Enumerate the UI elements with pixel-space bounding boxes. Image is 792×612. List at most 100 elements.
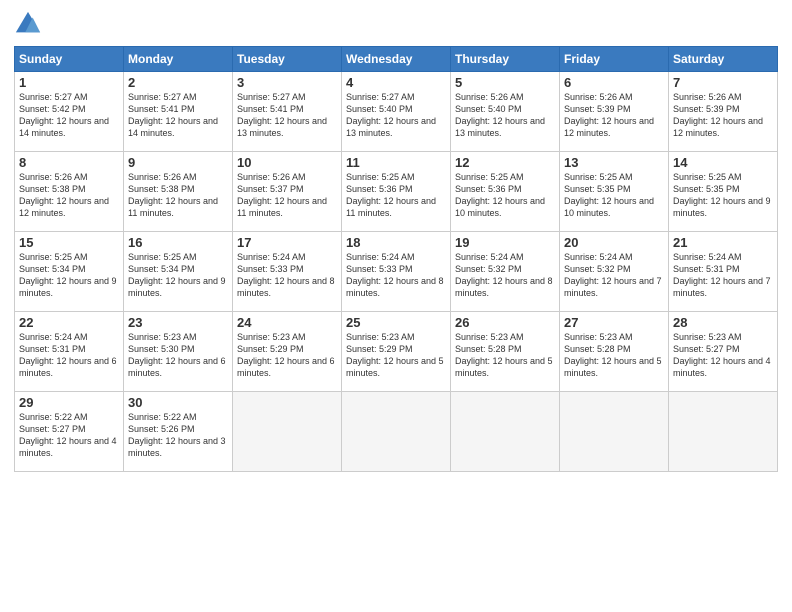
day-number: 12 (455, 155, 555, 170)
day-info: Sunrise: 5:23 AMSunset: 5:30 PMDaylight:… (128, 331, 228, 380)
logo-icon (14, 10, 42, 38)
day-number: 18 (346, 235, 446, 250)
calendar-cell: 1 Sunrise: 5:27 AMSunset: 5:42 PMDayligh… (15, 72, 124, 152)
calendar-cell (560, 392, 669, 472)
calendar-cell: 19 Sunrise: 5:24 AMSunset: 5:32 PMDaylig… (451, 232, 560, 312)
day-number: 9 (128, 155, 228, 170)
day-info: Sunrise: 5:26 AMSunset: 5:38 PMDaylight:… (128, 171, 228, 220)
calendar-cell: 26 Sunrise: 5:23 AMSunset: 5:28 PMDaylig… (451, 312, 560, 392)
day-number: 8 (19, 155, 119, 170)
day-number: 10 (237, 155, 337, 170)
day-info: Sunrise: 5:25 AMSunset: 5:34 PMDaylight:… (128, 251, 228, 300)
calendar-cell: 27 Sunrise: 5:23 AMSunset: 5:28 PMDaylig… (560, 312, 669, 392)
week-row-4: 29 Sunrise: 5:22 AMSunset: 5:27 PMDaylig… (15, 392, 778, 472)
calendar-cell: 9 Sunrise: 5:26 AMSunset: 5:38 PMDayligh… (124, 152, 233, 232)
day-number: 1 (19, 75, 119, 90)
day-info: Sunrise: 5:25 AMSunset: 5:35 PMDaylight:… (564, 171, 664, 220)
day-info: Sunrise: 5:26 AMSunset: 5:40 PMDaylight:… (455, 91, 555, 140)
header-sunday: Sunday (15, 47, 124, 72)
day-info: Sunrise: 5:24 AMSunset: 5:32 PMDaylight:… (564, 251, 664, 300)
day-number: 15 (19, 235, 119, 250)
day-number: 13 (564, 155, 664, 170)
calendar-cell: 15 Sunrise: 5:25 AMSunset: 5:34 PMDaylig… (15, 232, 124, 312)
calendar-cell: 7 Sunrise: 5:26 AMSunset: 5:39 PMDayligh… (669, 72, 778, 152)
calendar-cell: 21 Sunrise: 5:24 AMSunset: 5:31 PMDaylig… (669, 232, 778, 312)
day-info: Sunrise: 5:26 AMSunset: 5:37 PMDaylight:… (237, 171, 337, 220)
logo (14, 10, 46, 38)
calendar-cell: 11 Sunrise: 5:25 AMSunset: 5:36 PMDaylig… (342, 152, 451, 232)
calendar-cell: 13 Sunrise: 5:25 AMSunset: 5:35 PMDaylig… (560, 152, 669, 232)
day-info: Sunrise: 5:27 AMSunset: 5:41 PMDaylight:… (237, 91, 337, 140)
day-info: Sunrise: 5:25 AMSunset: 5:34 PMDaylight:… (19, 251, 119, 300)
day-number: 20 (564, 235, 664, 250)
week-row-0: 1 Sunrise: 5:27 AMSunset: 5:42 PMDayligh… (15, 72, 778, 152)
header-saturday: Saturday (669, 47, 778, 72)
week-row-3: 22 Sunrise: 5:24 AMSunset: 5:31 PMDaylig… (15, 312, 778, 392)
calendar-cell: 30 Sunrise: 5:22 AMSunset: 5:26 PMDaylig… (124, 392, 233, 472)
calendar-cell: 29 Sunrise: 5:22 AMSunset: 5:27 PMDaylig… (15, 392, 124, 472)
calendar-table: SundayMondayTuesdayWednesdayThursdayFrid… (14, 46, 778, 472)
day-number: 14 (673, 155, 773, 170)
day-info: Sunrise: 5:27 AMSunset: 5:40 PMDaylight:… (346, 91, 446, 140)
day-number: 4 (346, 75, 446, 90)
day-info: Sunrise: 5:22 AMSunset: 5:27 PMDaylight:… (19, 411, 119, 460)
day-number: 16 (128, 235, 228, 250)
day-info: Sunrise: 5:24 AMSunset: 5:33 PMDaylight:… (346, 251, 446, 300)
day-info: Sunrise: 5:27 AMSunset: 5:42 PMDaylight:… (19, 91, 119, 140)
day-number: 26 (455, 315, 555, 330)
calendar-cell: 18 Sunrise: 5:24 AMSunset: 5:33 PMDaylig… (342, 232, 451, 312)
calendar-cell: 22 Sunrise: 5:24 AMSunset: 5:31 PMDaylig… (15, 312, 124, 392)
header-tuesday: Tuesday (233, 47, 342, 72)
calendar-cell: 25 Sunrise: 5:23 AMSunset: 5:29 PMDaylig… (342, 312, 451, 392)
header-wednesday: Wednesday (342, 47, 451, 72)
day-number: 7 (673, 75, 773, 90)
day-info: Sunrise: 5:23 AMSunset: 5:27 PMDaylight:… (673, 331, 773, 380)
day-number: 22 (19, 315, 119, 330)
day-info: Sunrise: 5:24 AMSunset: 5:32 PMDaylight:… (455, 251, 555, 300)
calendar-cell: 2 Sunrise: 5:27 AMSunset: 5:41 PMDayligh… (124, 72, 233, 152)
day-number: 23 (128, 315, 228, 330)
calendar-cell (669, 392, 778, 472)
day-number: 5 (455, 75, 555, 90)
day-number: 21 (673, 235, 773, 250)
day-number: 19 (455, 235, 555, 250)
page-header (14, 10, 778, 38)
calendar-cell: 24 Sunrise: 5:23 AMSunset: 5:29 PMDaylig… (233, 312, 342, 392)
day-number: 17 (237, 235, 337, 250)
day-number: 27 (564, 315, 664, 330)
day-info: Sunrise: 5:24 AMSunset: 5:31 PMDaylight:… (673, 251, 773, 300)
calendar-cell: 23 Sunrise: 5:23 AMSunset: 5:30 PMDaylig… (124, 312, 233, 392)
calendar-header-row: SundayMondayTuesdayWednesdayThursdayFrid… (15, 47, 778, 72)
calendar-cell: 10 Sunrise: 5:26 AMSunset: 5:37 PMDaylig… (233, 152, 342, 232)
day-info: Sunrise: 5:25 AMSunset: 5:36 PMDaylight:… (455, 171, 555, 220)
day-info: Sunrise: 5:23 AMSunset: 5:29 PMDaylight:… (346, 331, 446, 380)
header-friday: Friday (560, 47, 669, 72)
calendar-cell (233, 392, 342, 472)
day-number: 24 (237, 315, 337, 330)
day-info: Sunrise: 5:25 AMSunset: 5:36 PMDaylight:… (346, 171, 446, 220)
calendar-cell: 12 Sunrise: 5:25 AMSunset: 5:36 PMDaylig… (451, 152, 560, 232)
day-info: Sunrise: 5:24 AMSunset: 5:31 PMDaylight:… (19, 331, 119, 380)
calendar-cell: 5 Sunrise: 5:26 AMSunset: 5:40 PMDayligh… (451, 72, 560, 152)
calendar-cell: 3 Sunrise: 5:27 AMSunset: 5:41 PMDayligh… (233, 72, 342, 152)
day-info: Sunrise: 5:25 AMSunset: 5:35 PMDaylight:… (673, 171, 773, 220)
day-number: 11 (346, 155, 446, 170)
calendar-cell (342, 392, 451, 472)
calendar-cell: 4 Sunrise: 5:27 AMSunset: 5:40 PMDayligh… (342, 72, 451, 152)
day-info: Sunrise: 5:26 AMSunset: 5:39 PMDaylight:… (673, 91, 773, 140)
calendar-cell: 28 Sunrise: 5:23 AMSunset: 5:27 PMDaylig… (669, 312, 778, 392)
day-info: Sunrise: 5:22 AMSunset: 5:26 PMDaylight:… (128, 411, 228, 460)
week-row-2: 15 Sunrise: 5:25 AMSunset: 5:34 PMDaylig… (15, 232, 778, 312)
calendar-cell: 8 Sunrise: 5:26 AMSunset: 5:38 PMDayligh… (15, 152, 124, 232)
day-number: 29 (19, 395, 119, 410)
day-info: Sunrise: 5:26 AMSunset: 5:39 PMDaylight:… (564, 91, 664, 140)
calendar-cell: 16 Sunrise: 5:25 AMSunset: 5:34 PMDaylig… (124, 232, 233, 312)
header-thursday: Thursday (451, 47, 560, 72)
calendar-cell (451, 392, 560, 472)
day-number: 28 (673, 315, 773, 330)
day-number: 6 (564, 75, 664, 90)
calendar-cell: 6 Sunrise: 5:26 AMSunset: 5:39 PMDayligh… (560, 72, 669, 152)
day-number: 25 (346, 315, 446, 330)
week-row-1: 8 Sunrise: 5:26 AMSunset: 5:38 PMDayligh… (15, 152, 778, 232)
header-monday: Monday (124, 47, 233, 72)
